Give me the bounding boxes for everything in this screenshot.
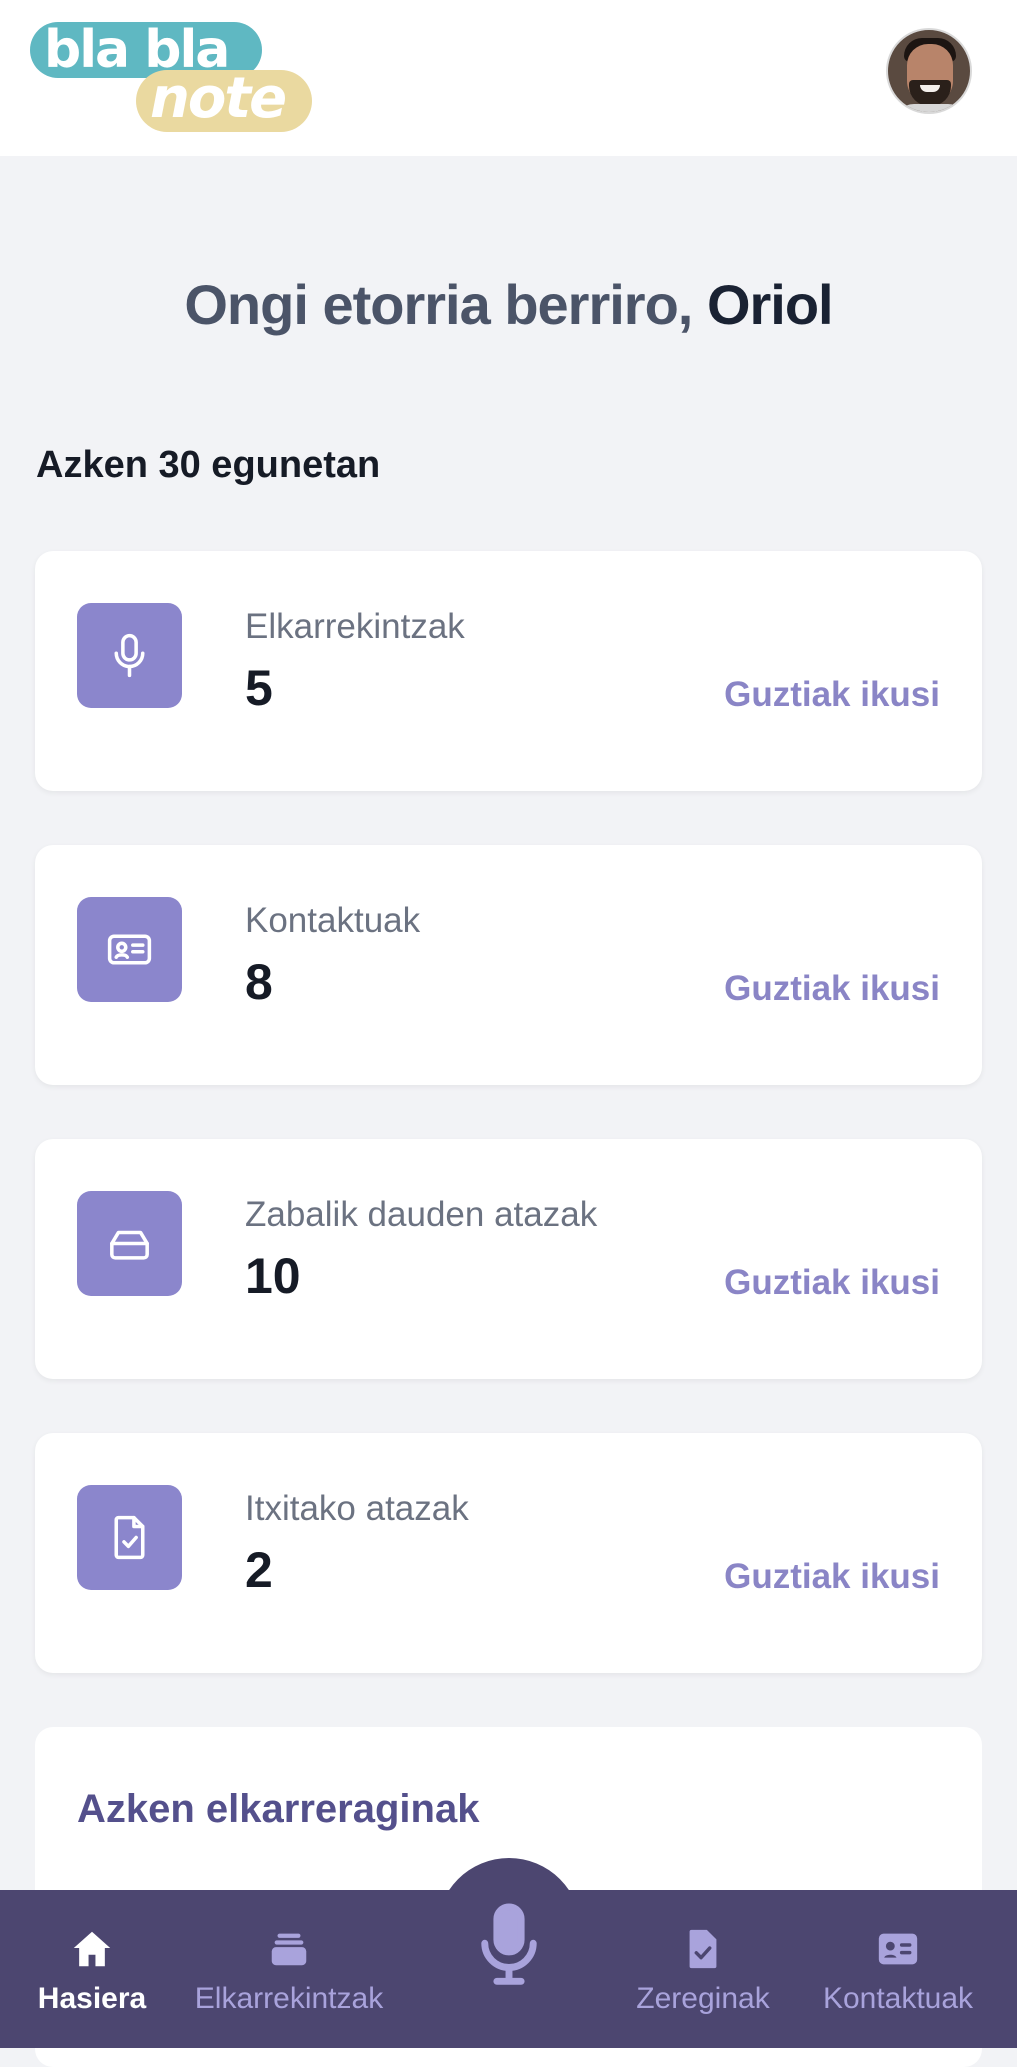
stat-value: 5: [245, 660, 273, 716]
welcome-greeting: Ongi etorria berriro,: [184, 273, 693, 336]
blablanote-logo[interactable]: bla bla note: [30, 18, 312, 136]
nav-label-home: Hasiera: [37, 1982, 147, 2015]
view-all-link[interactable]: Guztiak ikusi: [724, 1557, 940, 1597]
microphone-icon: [481, 1903, 537, 1985]
nav-label-tasks: Zereginak: [636, 1982, 770, 2015]
task-document-icon: [689, 1929, 717, 1969]
inbox-tray-icon: [77, 1191, 182, 1296]
logo-text-bottom: note: [150, 66, 287, 131]
view-all-link[interactable]: Guztiak ikusi: [724, 675, 940, 715]
document-check-icon: [77, 1485, 182, 1590]
nav-label-interactions: Elkarrekintzak: [194, 1982, 384, 2015]
section-title: Azken 30 egunetan: [36, 444, 381, 486]
nav-label-contacts: Kontaktuak: [822, 1982, 974, 2015]
contact-card-icon: [878, 1933, 918, 1965]
avatar-beard: [909, 80, 951, 106]
record-button[interactable]: [467, 1900, 551, 1990]
app-header: bla bla note: [0, 0, 1017, 156]
stat-value: 2: [245, 1542, 273, 1598]
nav-item-home[interactable]: Hasiera: [20, 1890, 164, 2048]
nav-item-tasks[interactable]: Zereginak: [622, 1890, 784, 2048]
inbox-stack-icon: [271, 1933, 307, 1966]
view-all-link[interactable]: Guztiak ikusi: [724, 969, 940, 1009]
stat-label: Itxitako atazak: [245, 1489, 469, 1528]
stat-label: Zabalik dauden atazak: [245, 1195, 598, 1234]
welcome-heading: Ongi etorria berriro, Oriol: [0, 272, 1017, 337]
stat-value: 8: [245, 954, 273, 1010]
microphone-icon: [77, 603, 182, 708]
contact-card-icon: [77, 897, 182, 1002]
nav-item-contacts[interactable]: Kontaktuak: [808, 1890, 988, 2048]
avatar-shirt: [894, 104, 968, 112]
stat-value: 10: [245, 1248, 301, 1304]
avatar[interactable]: [886, 28, 972, 114]
stat-card-closed-tasks[interactable]: Itxitako atazak 2 Guztiak ikusi: [35, 1433, 982, 1673]
nav-item-interactions[interactable]: Elkarrekintzak: [178, 1890, 400, 2048]
recent-interactions-title: Azken elkarreraginak: [77, 1787, 480, 1831]
stat-label: Kontaktuak: [245, 901, 421, 940]
stat-card-interactions[interactable]: Elkarrekintzak 5 Guztiak ikusi: [35, 551, 982, 791]
home-icon: [73, 1931, 111, 1967]
welcome-user-name: Oriol: [706, 273, 834, 336]
stat-label: Elkarrekintzak: [245, 607, 465, 646]
stat-card-open-tasks[interactable]: Zabalik dauden atazak 10 Guztiak ikusi: [35, 1139, 982, 1379]
stat-card-contacts[interactable]: Kontaktuak 8 Guztiak ikusi: [35, 845, 982, 1085]
view-all-link[interactable]: Guztiak ikusi: [724, 1263, 940, 1303]
